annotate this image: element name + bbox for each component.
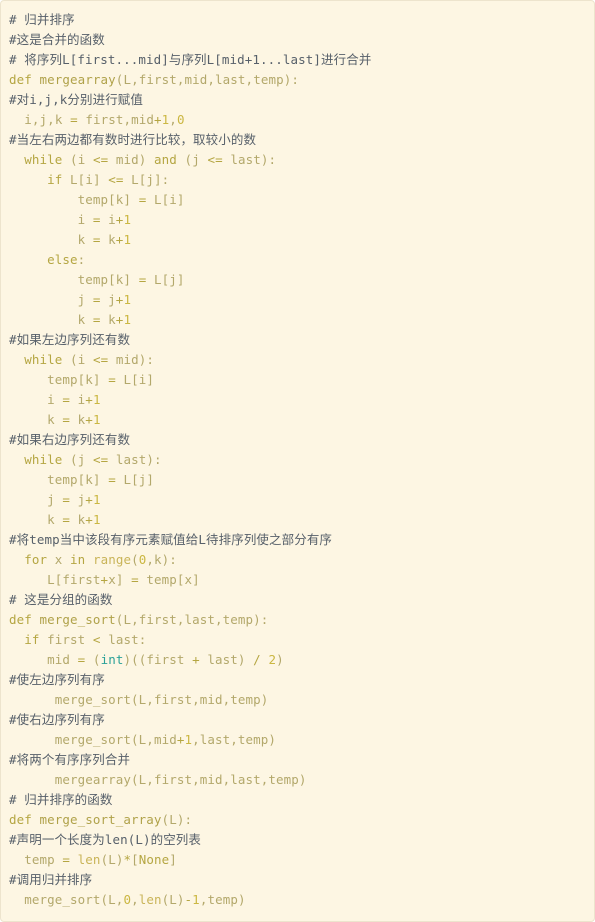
code-line: merge_sort(L,mid+1,last,temp) xyxy=(9,732,277,747)
code-line: # 这是分组的函数 xyxy=(9,592,113,607)
code-block: # 归并排序 #这是合并的函数 # 将序列L[first...mid]与序列L[… xyxy=(0,0,595,922)
code-line: i = i+1 xyxy=(9,212,132,227)
code-line: while (j <= last): xyxy=(24,452,162,467)
code-line: merge_sort(L,0,len(L)-1,temp) xyxy=(9,892,246,907)
code-line: k = k+1 xyxy=(9,412,101,427)
code-line: i = i+1 xyxy=(9,392,101,407)
code-line: temp = len(L)*[None] xyxy=(9,852,177,867)
code-line: #使左边序列有序 xyxy=(9,672,105,687)
code-line: k = k+1 xyxy=(9,232,132,247)
code-line: #声明一个长度为len(L)的空列表 xyxy=(9,832,202,847)
code-line: #调用归并排序 xyxy=(9,872,93,887)
code-line: temp[k] = L[j] xyxy=(9,272,185,287)
code-line: def merge_sort_array(L): xyxy=(9,812,193,827)
code-line: for x in range(0,k): xyxy=(24,552,177,567)
code-line: while (i <= mid): xyxy=(24,352,154,367)
code-line: #这是合并的函数 xyxy=(9,32,105,47)
code-line: L[first+x] = temp[x] xyxy=(9,572,200,587)
code-line: #当左右两边都有数时进行比较，取较小的数 xyxy=(9,132,257,147)
code-line: else: xyxy=(47,252,86,267)
code-line: #将两个有序序列合并 xyxy=(9,752,131,767)
code-line: #如果右边序列还有数 xyxy=(9,432,131,447)
code-line: temp[k] = L[i] xyxy=(9,372,155,387)
code-line: j = j+1 xyxy=(9,292,132,307)
code-line: k = k+1 xyxy=(9,512,101,527)
code-line: #对i,j,k分别进行赋值 xyxy=(9,92,143,107)
code-line-list: # 归并排序 #这是合并的函数 # 将序列L[first...mid]与序列L[… xyxy=(9,10,586,910)
code-line: mergearray(L,first,mid,last,temp) xyxy=(9,772,307,787)
code-line: i,j,k = first,mid+1,0 xyxy=(9,112,185,127)
code-line: j = j+1 xyxy=(9,492,101,507)
code-line: def merge_sort(L,first,last,temp): xyxy=(9,612,269,627)
code-line: # 归并排序 xyxy=(9,12,75,27)
code-line: # 将序列L[first...mid]与序列L[mid+1...last]进行合… xyxy=(9,52,372,67)
code-line: k = k+1 xyxy=(9,312,132,327)
code-line: # 归并排序的函数 xyxy=(9,792,113,807)
code-line: if L[i] <= L[j]: xyxy=(47,172,170,187)
code-line: #使右边序列有序 xyxy=(9,712,105,727)
code-line: #如果左边序列还有数 xyxy=(9,332,131,347)
code-line: mid = (int)((first + last) / 2) xyxy=(9,652,284,667)
code-line: #将temp当中该段有序元素赋值给L待排序列使之部分有序 xyxy=(9,532,333,547)
code-line: if first < last: xyxy=(24,632,147,647)
code-line: temp[k] = L[j] xyxy=(9,472,155,487)
code-line: while (i <= mid) and (j <= last): xyxy=(24,152,277,167)
code-line: temp[k] = L[i] xyxy=(9,192,185,207)
code-line: def mergearray(L,first,mid,last,temp): xyxy=(9,72,299,87)
code-line: merge_sort(L,first,mid,temp) xyxy=(9,692,269,707)
